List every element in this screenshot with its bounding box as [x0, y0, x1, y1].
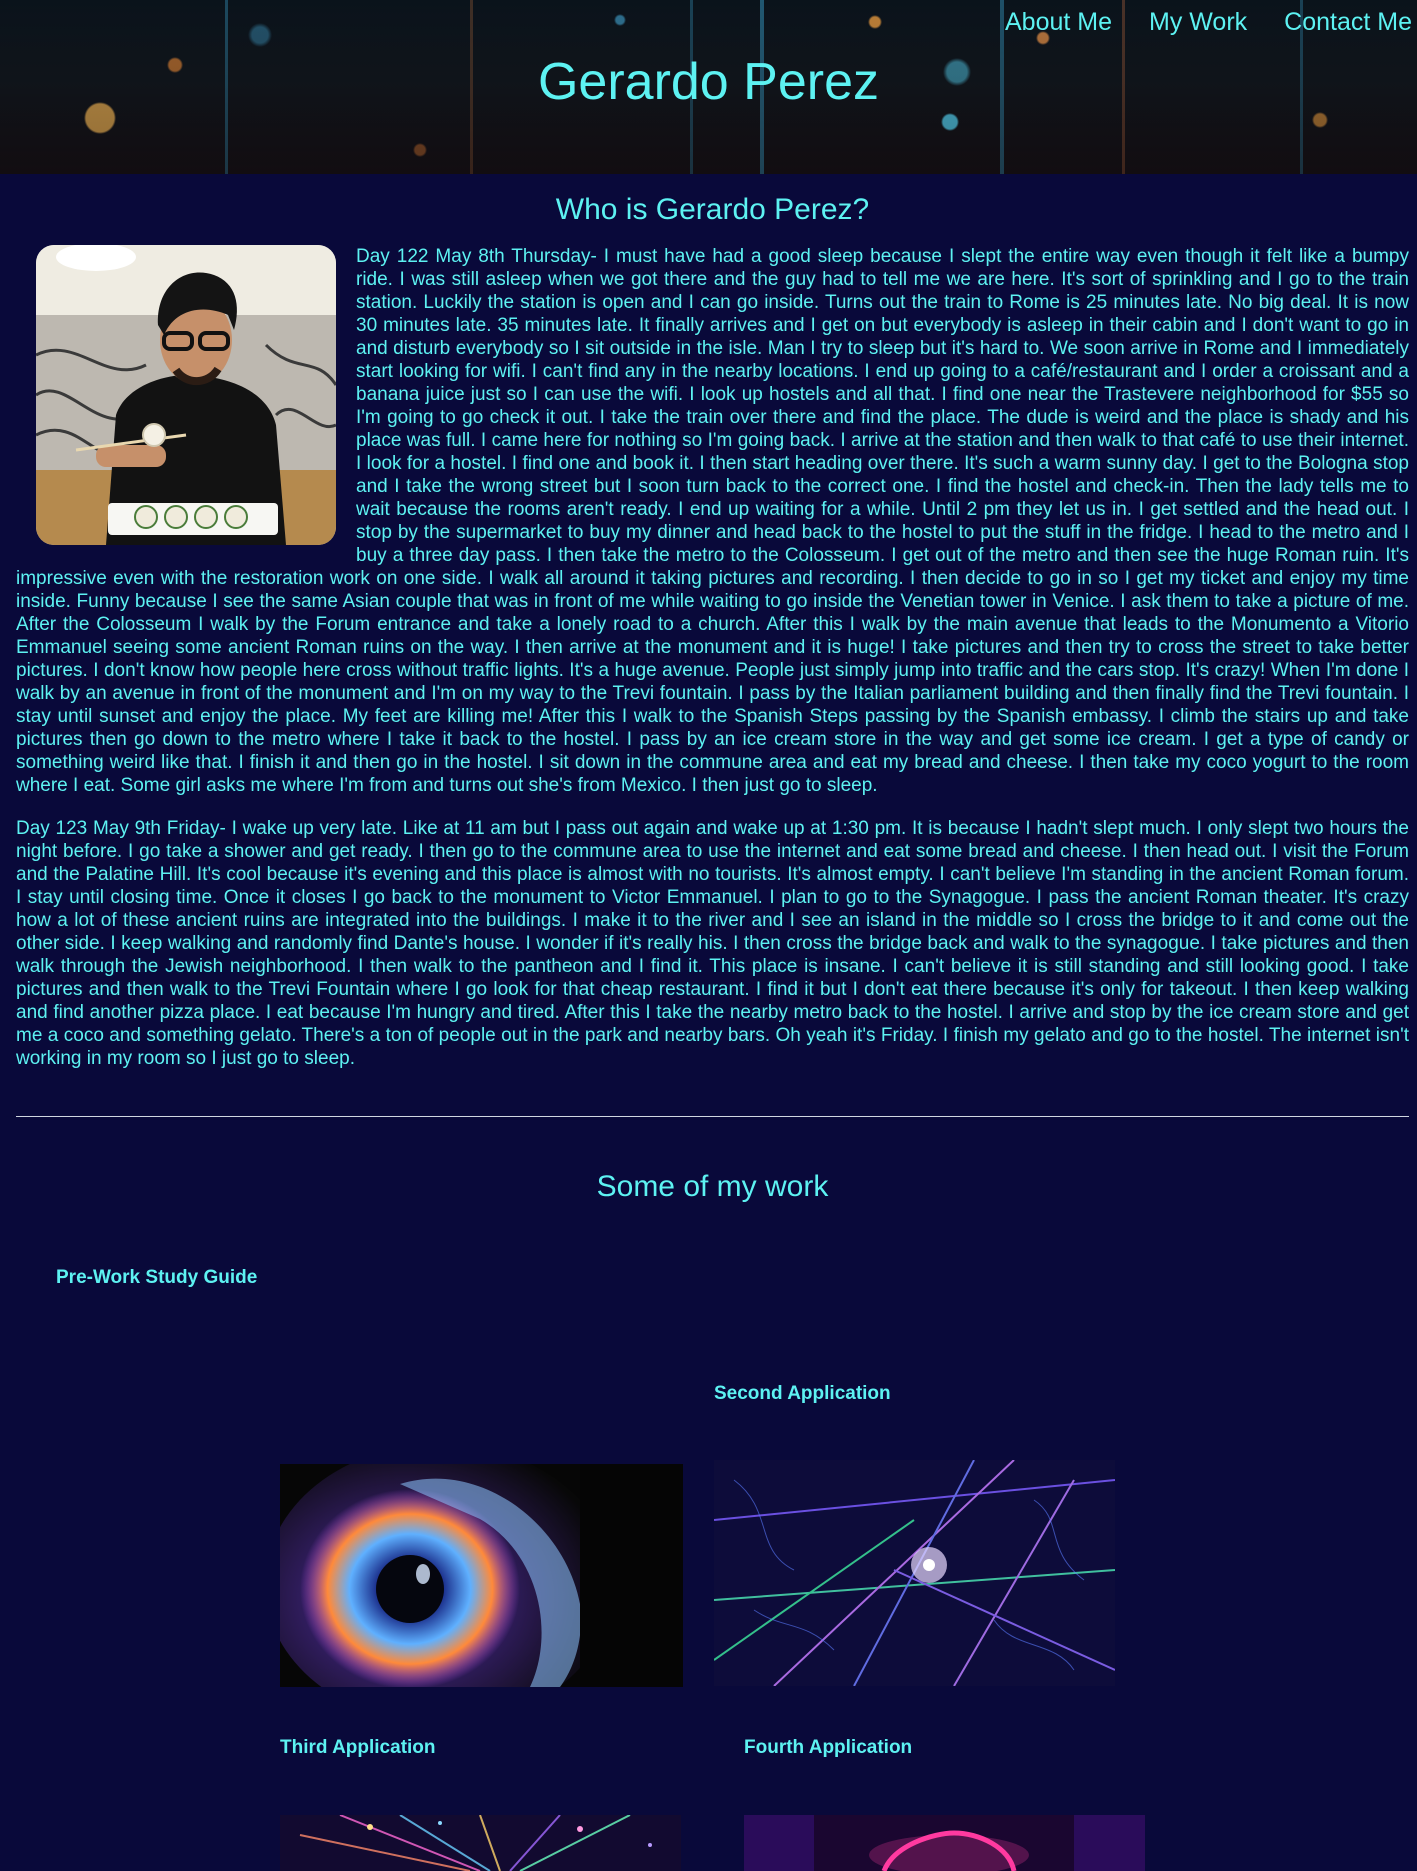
about-section: Who is Gerardo Perez? Day 122 May 8th Th… [16, 174, 1409, 1090]
main-nav: About Me My Work Contact Me [1005, 8, 1412, 37]
project-title-third-application: Third Application [280, 1737, 436, 1758]
project-title-pre-work-study-guide: Pre-Work Study Guide [56, 1267, 258, 1288]
nav-contact-me[interactable]: Contact Me [1284, 8, 1412, 37]
hero-header: About Me My Work Contact Me Gerardo Pere… [0, 0, 1417, 174]
work-heading: Some of my work [596, 1170, 829, 1203]
site-title: Gerardo Perez [537, 53, 880, 111]
nav-about-me[interactable]: About Me [1005, 8, 1112, 37]
project-thumbnail-neon[interactable] [744, 1815, 1145, 1871]
project-thumbnail-particles[interactable] [280, 1815, 681, 1871]
project-thumbnail-eye[interactable] [280, 1464, 683, 1687]
section-divider [16, 1116, 1409, 1117]
project-title-fourth-application: Fourth Application [744, 1737, 913, 1758]
about-heading: Who is Gerardo Perez? [555, 193, 870, 226]
project-title-second-application: Second Application [714, 1383, 891, 1404]
about-paragraph-2: Day 123 May 9th Friday- I wake up very l… [16, 818, 1409, 1069]
project-thumbnail-lasers[interactable] [714, 1460, 1115, 1686]
nav-my-work[interactable]: My Work [1149, 8, 1247, 37]
profile-photo [36, 245, 336, 545]
